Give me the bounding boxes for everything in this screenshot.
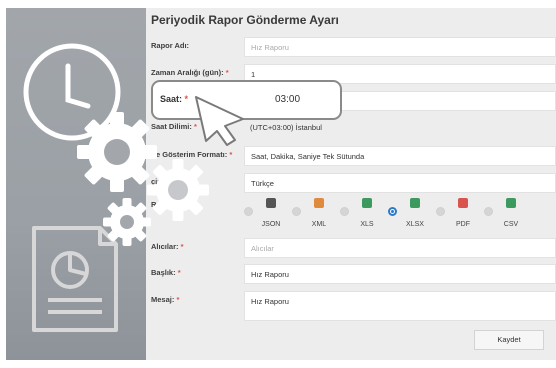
time-format-label: ire Gösterim Formatı: * xyxy=(151,150,233,159)
format-radio[interactable] xyxy=(436,207,445,216)
interval-label: Zaman Aralığı (gün): * xyxy=(151,68,229,77)
pdf-file-icon xyxy=(458,198,468,208)
json-file-icon xyxy=(266,198,276,208)
format-option-csv[interactable]: CSV xyxy=(484,195,536,235)
page-title: Periyodik Rapor Gönderme Ayarı xyxy=(151,13,339,27)
row-message: Mesaj: * Hız Raporu xyxy=(146,291,556,323)
timezone-select[interactable]: (UTC+03:00) İstanbul xyxy=(244,118,556,138)
subject-input[interactable]: Hız Raporu xyxy=(244,264,556,284)
format-radio[interactable] xyxy=(388,207,397,216)
row-report-name: Rapor Adı: Hız Raporu xyxy=(146,37,556,59)
row-recipients: Alıcılar: * Alıcılar xyxy=(146,238,556,260)
format-label: XML xyxy=(311,221,327,228)
format-label: XLS xyxy=(360,221,374,228)
report-settings-form: Periyodik Rapor Gönderme Ayarı Rapor Adı… xyxy=(146,8,556,360)
report-format-options: JSON XML XLS XLSX PDF CSV xyxy=(244,195,556,235)
format-radio[interactable] xyxy=(484,207,493,216)
xml-file-icon xyxy=(314,198,324,208)
format-option-pdf[interactable]: PDF xyxy=(436,195,488,235)
language-label: çimi: xyxy=(151,177,169,186)
format-option-xls[interactable]: XLS xyxy=(340,195,392,235)
illustration-panel xyxy=(6,8,146,360)
format-label: XLSX xyxy=(406,221,424,228)
format-option-xml[interactable]: XML xyxy=(292,195,344,235)
time-callout-label: Saat: * xyxy=(160,94,189,104)
app-frame: Periyodik Rapor Gönderme Ayarı Rapor Adı… xyxy=(6,8,556,360)
message-textarea[interactable]: Hız Raporu xyxy=(244,291,556,321)
format-label: PDF xyxy=(456,221,470,228)
csv-file-icon xyxy=(506,198,516,208)
report-name-input[interactable]: Hız Raporu xyxy=(244,37,556,57)
format-radio[interactable] xyxy=(244,207,253,216)
format-label: CSV xyxy=(503,221,519,228)
time-focus-callout[interactable]: Saat: * 03:00 xyxy=(151,80,342,120)
report-name-label: Rapor Adı: xyxy=(151,41,190,50)
time-callout-value: 03:00 xyxy=(275,94,301,105)
format-option-json[interactable]: JSON xyxy=(244,195,296,235)
report-format-label: R xyxy=(151,200,157,209)
language-select[interactable]: Türkçe xyxy=(244,173,556,193)
message-label: Mesaj: * xyxy=(151,295,180,304)
row-subject: Başlık: * Hız Raporu xyxy=(146,264,556,286)
format-radio[interactable] xyxy=(292,207,301,216)
format-radio[interactable] xyxy=(340,207,349,216)
row-language: çimi: Türkçe xyxy=(146,173,556,195)
row-time-format: ire Gösterim Formatı: * Saat, Dakika, Sa… xyxy=(146,146,556,168)
xlsx-file-icon xyxy=(410,198,420,208)
recipients-input[interactable]: Alıcılar xyxy=(244,238,556,258)
format-label: JSON xyxy=(261,221,281,228)
timezone-label: Saat Dilimi: * xyxy=(151,122,197,131)
recipients-label: Alıcılar: * xyxy=(151,242,184,251)
xls-file-icon xyxy=(362,198,372,208)
subject-label: Başlık: * xyxy=(151,268,181,277)
format-option-xlsx[interactable]: XLSX xyxy=(388,195,440,235)
time-format-select[interactable]: Saat, Dakika, Saniye Tek Sütunda xyxy=(244,146,556,166)
save-button[interactable]: Kaydet xyxy=(474,330,544,350)
row-timezone: Saat Dilimi: * (UTC+03:00) İstanbul xyxy=(146,118,556,140)
